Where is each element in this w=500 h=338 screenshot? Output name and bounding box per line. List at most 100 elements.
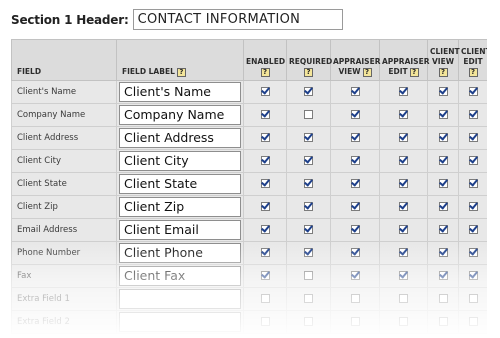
enabled-checkbox[interactable] [260,248,270,257]
client-edit-checkbox[interactable] [468,202,478,211]
required-checkbox[interactable] [304,271,313,280]
appraiser-view-checkbox[interactable] [350,87,360,96]
appraiser-view-checkbox[interactable] [350,179,360,188]
client-edit-checkbox[interactable] [468,110,478,119]
client-edit-cell [458,126,487,150]
appraiser-edit-checkbox[interactable] [399,271,408,280]
required-checkbox[interactable] [304,179,313,188]
required-checkbox[interactable] [304,248,313,257]
client-edit-checkbox[interactable] [468,294,478,303]
appraiser-edit-checkbox[interactable] [399,179,408,188]
required-checkbox[interactable] [304,110,313,119]
client-view-checkbox[interactable] [438,202,448,211]
appraiser-edit-checkbox[interactable] [399,156,408,165]
help-icon[interactable]: ? [409,67,419,77]
client-edit-checkbox[interactable] [468,87,478,96]
appraiser-edit-checkbox[interactable] [399,225,408,234]
appraiser-edit-checkbox[interactable] [399,87,408,96]
client-view-checkbox[interactable] [438,317,448,326]
help-icon[interactable]: ? [176,67,186,77]
field-label-input[interactable]: Company Name [119,105,241,125]
enabled-checkbox[interactable] [260,317,270,326]
client-view-checkbox[interactable] [438,156,448,165]
field-label-input[interactable]: Client State [119,174,241,194]
appraiser-view-checkbox[interactable] [350,294,360,303]
help-icon[interactable]: ? [304,68,313,77]
appraiser-view-checkbox[interactable] [350,225,360,234]
field-label-input[interactable]: Client Address [119,128,241,148]
client-edit-checkbox[interactable] [468,133,478,142]
enabled-checkbox[interactable] [260,110,270,119]
appraiser-edit-checkbox[interactable] [399,248,408,257]
client-view-checkbox[interactable] [438,294,448,303]
appraiser-edit-cell [379,310,428,334]
appraiser-view-checkbox[interactable] [350,202,360,211]
required-checkbox[interactable] [304,133,313,142]
field-label-input[interactable] [119,289,241,309]
client-view-cell [427,310,459,334]
field-label-input[interactable]: Client Email [119,220,241,240]
field-label-input[interactable]: Client Fax [119,266,241,286]
field-label-input[interactable]: Client Phone [119,243,241,263]
enabled-cell [243,172,287,196]
field-label-input[interactable]: Client Zip [119,197,241,217]
enabled-checkbox[interactable] [260,271,270,280]
appraiser-view-checkbox[interactable] [350,133,360,142]
required-checkbox[interactable] [304,87,313,96]
client-view-checkbox[interactable] [438,110,448,119]
enabled-checkbox[interactable] [260,156,270,165]
appraiser-edit-checkbox[interactable] [399,110,408,119]
appraiser-view-checkbox[interactable] [350,317,360,326]
required-checkbox[interactable] [304,202,313,211]
column-header-client-view-line1: CLIENT [430,47,460,56]
enabled-checkbox[interactable] [260,87,270,96]
appraiser-edit-cell [379,172,428,196]
client-edit-checkbox[interactable] [468,271,478,280]
appraiser-edit-checkbox[interactable] [399,202,408,211]
enabled-checkbox[interactable] [260,202,270,211]
client-view-checkbox[interactable] [438,271,448,280]
appraiser-view-checkbox[interactable] [350,156,360,165]
field-name-cell: Client Zip [11,195,117,219]
help-icon[interactable]: ? [362,67,372,77]
appraiser-view-checkbox[interactable] [350,110,360,119]
appraiser-view-checkbox[interactable] [350,248,360,257]
client-view-cell [427,149,459,173]
enabled-checkbox[interactable] [260,179,270,188]
help-icon[interactable]: ? [260,68,270,77]
enabled-checkbox[interactable] [260,133,270,142]
field-label-cell: Client Address [116,126,244,150]
required-checkbox[interactable] [304,156,313,165]
client-edit-checkbox[interactable] [468,248,478,257]
required-checkbox[interactable] [304,294,313,303]
column-header-field-text: FIELD [17,67,42,76]
enabled-checkbox[interactable] [260,225,270,234]
appraiser-edit-checkbox[interactable] [399,294,408,303]
field-label-input[interactable]: Client City [119,151,241,171]
appraiser-edit-checkbox[interactable] [399,133,408,142]
client-edit-cell [458,287,487,311]
client-view-checkbox[interactable] [438,225,448,234]
required-checkbox[interactable] [304,225,313,234]
field-label-cell: Company Name [116,103,244,127]
help-icon[interactable]: ? [468,68,478,77]
client-view-checkbox[interactable] [438,179,448,188]
client-edit-checkbox[interactable] [468,317,478,326]
client-edit-cell [458,241,487,265]
client-edit-checkbox[interactable] [468,225,478,234]
client-edit-cell [458,103,487,127]
field-label-input[interactable]: Client's Name [119,82,241,102]
field-label-cell: Client's Name [116,80,244,104]
field-label-input[interactable] [119,312,241,332]
enabled-checkbox[interactable] [260,294,270,303]
appraiser-edit-checkbox[interactable] [399,317,408,326]
client-edit-checkbox[interactable] [468,156,478,165]
appraiser-view-checkbox[interactable] [350,271,360,280]
client-view-checkbox[interactable] [438,133,448,142]
client-edit-checkbox[interactable] [468,179,478,188]
help-icon[interactable]: ? [438,68,448,77]
client-view-checkbox[interactable] [438,248,448,257]
section-header-input[interactable] [132,9,343,30]
required-checkbox[interactable] [304,317,313,326]
client-view-checkbox[interactable] [438,87,448,96]
